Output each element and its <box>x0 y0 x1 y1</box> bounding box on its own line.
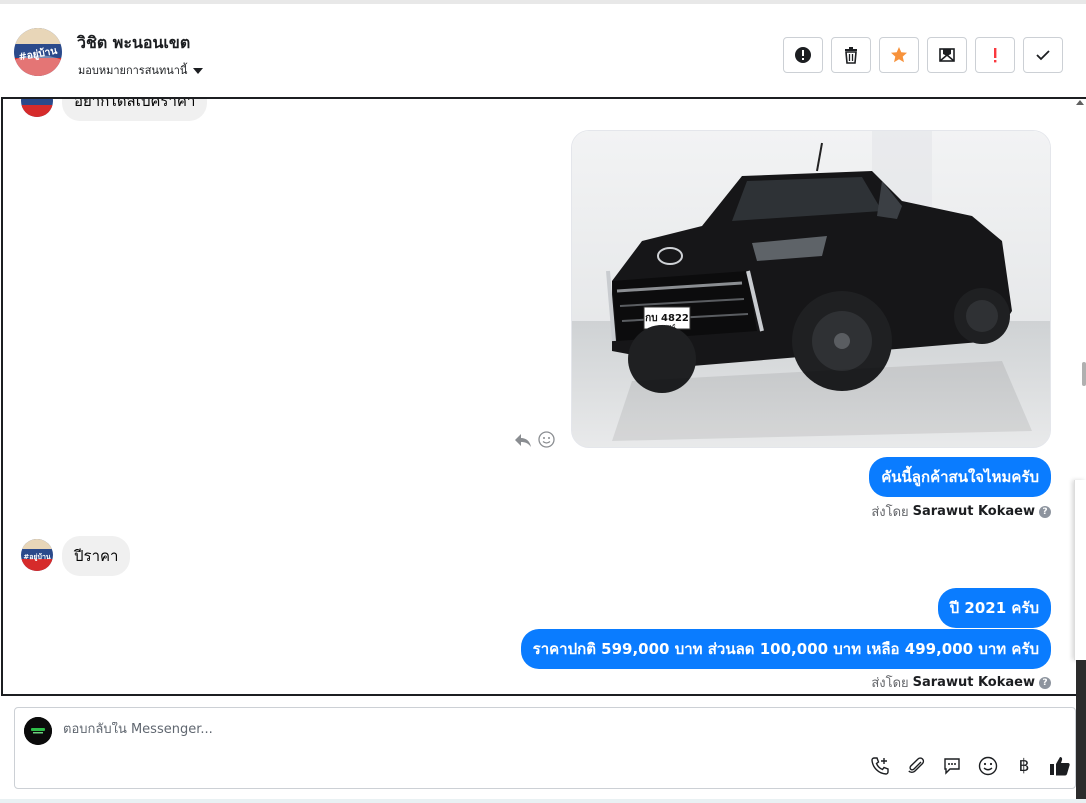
sent-by-name: Sarawut Kokaew <box>912 675 1035 690</box>
reply-composer: ฿ <box>14 707 1076 789</box>
scroll-up-arrow[interactable] <box>1076 100 1084 105</box>
sent-by-prefix: ส่งโดย <box>871 505 909 520</box>
composer-actions: ฿ <box>869 755 1071 777</box>
trash-icon <box>845 47 857 64</box>
conversation-header: #อยู่บ้าน วิชิต พะนอนเขต มอบหมายการสนทนา… <box>0 0 1086 97</box>
exclamation-icon <box>994 48 997 63</box>
alert-circle-icon <box>795 47 811 63</box>
contact-name[interactable]: วิชิต พะนอนเขต <box>77 31 190 56</box>
message-thread[interactable]: อยากได้สเปคราคา กบ 4822 คันนี้ลูกค้าสนใจ… <box>1 97 1086 696</box>
customer-avatar: #อยู่บ้าน <box>21 539 53 571</box>
bottom-border <box>0 799 1086 803</box>
car-photo-attachment[interactable]: กบ 4822 เพชรบุรี <box>571 130 1051 448</box>
sent-by-prefix: ส่งโดย <box>871 676 909 691</box>
side-panel-dark-edge <box>1076 660 1086 803</box>
assign-conversation-dropdown[interactable]: มอบหมายการสนทนานี้ <box>78 61 204 79</box>
customer-avatar <box>21 99 53 117</box>
star-icon <box>891 47 907 63</box>
help-icon[interactable]: ? <box>1039 505 1051 518</box>
caret-down-icon <box>193 67 204 74</box>
incoming-message-bubble[interactable]: ปีราคา <box>62 536 131 576</box>
outgoing-message-bubble[interactable]: ปี 2021 ครับ <box>937 588 1051 628</box>
envelope-icon <box>939 48 955 62</box>
assign-label: มอบหมายการสนทนานี้ <box>78 64 188 77</box>
mark-done-button[interactable] <box>1023 37 1063 73</box>
help-icon[interactable]: ? <box>1039 676 1051 689</box>
follow-up-button[interactable] <box>975 37 1015 73</box>
star-button[interactable] <box>879 37 919 73</box>
emoji-icon[interactable] <box>977 755 999 777</box>
call-icon[interactable] <box>869 755 891 777</box>
paperclip-icon[interactable] <box>905 755 927 777</box>
page-avatar <box>24 717 52 745</box>
sent-by-label: ส่งโดย Sarawut Kokaew ? <box>871 672 1051 693</box>
contact-avatar[interactable]: #อยู่บ้าน <box>14 28 62 76</box>
reply-input[interactable] <box>63 722 763 737</box>
outgoing-message-bubble[interactable]: ราคาปกติ 599,000 บาท ส่วนลด 100,000 บาท … <box>520 629 1051 669</box>
svg-text:#อยู่บ้าน: #อยู่บ้าน <box>23 552 51 562</box>
license-plate-text: กบ 4822 <box>645 313 689 324</box>
incoming-message-bubble[interactable]: อยากได้สเปคราคา <box>62 99 208 121</box>
saved-reply-icon[interactable] <box>941 755 963 777</box>
thumbs-up-icon[interactable] <box>1049 755 1071 777</box>
scrollbar-thumb[interactable] <box>1082 362 1086 386</box>
conversation-toolbar <box>783 37 1063 73</box>
delete-button[interactable] <box>831 37 871 73</box>
message-actions <box>514 431 555 452</box>
sent-by-name: Sarawut Kokaew <box>912 504 1035 519</box>
side-panel-edge <box>1074 480 1086 660</box>
mark-unread-button[interactable] <box>927 37 967 73</box>
checkmark-icon <box>1036 50 1050 61</box>
reaction-smiley-icon[interactable] <box>538 431 555 452</box>
outgoing-message-bubble[interactable]: คันนี้ลูกค้าสนใจไหมครับ <box>869 457 1051 497</box>
payment-icon[interactable]: ฿ <box>1013 755 1035 777</box>
reply-icon[interactable] <box>514 432 532 452</box>
spam-button[interactable] <box>783 37 823 73</box>
sent-by-label: ส่งโดย Sarawut Kokaew ? <box>871 501 1051 522</box>
